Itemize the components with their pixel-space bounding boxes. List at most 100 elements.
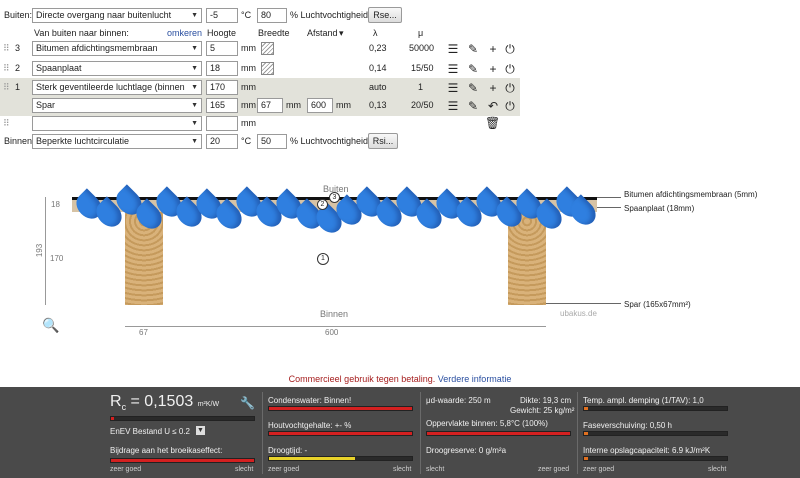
distance-sort-icon[interactable]: ▾ [339, 26, 344, 41]
cross-section-drawing: Buiten Binnen ubakus.de 2 3 1 18 193 170… [0, 180, 800, 370]
menu-icon[interactable]: ☰ [446, 81, 460, 95]
edit-icon[interactable]: ✎ [466, 62, 480, 76]
rse-button[interactable]: Rse... [368, 7, 402, 23]
power-icon[interactable]: ⏻ [503, 99, 517, 113]
layer-lambda: auto [369, 82, 387, 92]
drag-handle-icon[interactable]: ⠿ [3, 116, 10, 131]
layer-material-select[interactable]: Spaanplaat [32, 61, 202, 76]
rc-unit: m²K/W [197, 401, 220, 408]
drag-handle-icon[interactable]: ⠿ [3, 80, 10, 95]
add-layer-icon[interactable]: + [486, 81, 500, 95]
spar-width-input[interactable]: 67 [257, 98, 283, 113]
drying-reserve-label: Droogreserve: 0 g/m²a [426, 446, 507, 455]
mu-header: μ [418, 28, 424, 38]
rsi-button[interactable]: Rsi... [368, 133, 398, 149]
edit-icon[interactable]: ✎ [466, 99, 480, 113]
menu-icon[interactable]: ☰ [446, 99, 460, 113]
new-layer-thickness-input[interactable] [206, 116, 238, 131]
scale-good: zeer goed [583, 466, 615, 473]
outside-label: Buiten: [4, 10, 33, 20]
dim-board: 18 [51, 200, 60, 209]
height-header: Hoogte [207, 28, 237, 38]
inside-condition-select[interactable]: Beperkte luchtcirculatie [32, 134, 202, 149]
layer-number: 1 [15, 82, 21, 92]
inside-side-label: Binnen [320, 309, 349, 319]
zoom-in-icon[interactable]: 🔍 [42, 317, 59, 334]
inside-humidity-unit: % Luchtvochtigheid [290, 136, 369, 146]
surface-temp-bar-fill [427, 432, 570, 435]
add-layer-icon[interactable]: + [486, 42, 500, 56]
panel-separator [420, 392, 421, 474]
callout-spar: Spar (165x67mm²) [624, 300, 691, 309]
new-layer-select[interactable] [32, 116, 202, 131]
spar-thickness-input[interactable]: 165 [206, 98, 238, 113]
inside-temp-input[interactable]: 20 [206, 134, 238, 149]
insert-inhomogeneous-icon[interactable] [261, 42, 274, 55]
power-icon[interactable]: ⏻ [503, 62, 517, 76]
insert-inhomogeneous-icon[interactable] [261, 62, 274, 75]
menu-icon[interactable]: ☰ [446, 62, 460, 76]
dim-spar-width: 67 [139, 328, 148, 337]
dim-airgap: 170 [50, 254, 64, 263]
rc-value: = 0,1503 [130, 393, 194, 410]
surface-temp-bar [426, 431, 571, 436]
inside-label: Binnen: [4, 136, 35, 146]
outside-temp-input[interactable]: -5 [206, 8, 238, 23]
layer-thickness-unit: mm [241, 43, 256, 53]
layer-number: 2 [15, 63, 21, 73]
weight-label: Gewicht: 25 kg/m² [510, 406, 575, 415]
wrench-icon[interactable]: 🔧 [240, 396, 255, 410]
outside-condition-select[interactable]: Directe overgang naar buitenlucht [32, 8, 202, 23]
sd-value-label: μd-waarde: 250 m [426, 396, 491, 405]
inside-humidity-input[interactable]: 50 [257, 134, 287, 149]
callout-line [597, 207, 621, 208]
spar-material-select[interactable]: Spar [32, 98, 202, 113]
condensate-bar-fill [269, 407, 412, 410]
outside-humidity-input[interactable]: 80 [257, 8, 287, 23]
temp-damping-label: Temp. ampl. demping (1/TAV): 1,0 [583, 396, 704, 405]
trash-icon[interactable]: 🗑 [485, 116, 500, 130]
panel-separator [577, 392, 578, 474]
temp-damping-bar [583, 406, 728, 411]
distance-header[interactable]: Afstand [307, 26, 338, 41]
callout-line [597, 197, 621, 198]
layer-marker: 2 [317, 199, 328, 210]
edit-icon[interactable]: ✎ [466, 42, 480, 56]
drag-handle-icon[interactable]: ⠿ [3, 41, 10, 56]
spar-width-unit: mm [286, 100, 301, 110]
dimension-line [125, 326, 546, 327]
add-layer-icon[interactable]: + [486, 62, 500, 76]
layer-thickness-unit: mm [241, 63, 256, 73]
rc-bar [110, 416, 255, 421]
spar-distance-input[interactable]: 600 [307, 98, 333, 113]
inside-temp-unit: °C [241, 136, 252, 146]
greenhouse-bar [110, 458, 255, 463]
layer-thickness-input[interactable]: 18 [206, 61, 238, 76]
spar-mu: 20/50 [411, 100, 434, 110]
commercial-notice-text: Commercieel gebruik tegen betaling. [288, 374, 436, 384]
reverse-link[interactable]: omkeren [167, 26, 202, 41]
layer-number: 3 [15, 43, 21, 53]
layer-material-select[interactable]: Bitumen afdichtingsmembraan [32, 41, 202, 56]
layer-mu: 15/50 [411, 63, 434, 73]
greenhouse-bar-fill [111, 459, 254, 462]
layer-material-select[interactable]: Sterk geventileerde luchtlage (binnen [32, 80, 202, 95]
standard-select[interactable]: EnEV Bestand U ≤ 0.2 [110, 427, 190, 436]
layer-thickness-unit: mm [241, 82, 256, 92]
undo-icon[interactable]: ↶ [486, 99, 500, 113]
power-icon[interactable]: ⏻ [503, 42, 517, 56]
power-icon[interactable]: ⏻ [503, 81, 517, 95]
condensate-bar [268, 406, 413, 411]
scale-bad: slecht [393, 466, 412, 473]
layer-marker: 3 [329, 192, 340, 203]
layer-lambda: 0,14 [369, 63, 387, 73]
more-info-link[interactable]: Verdere informatie [438, 374, 512, 384]
edit-icon[interactable]: ✎ [466, 81, 480, 95]
dropdown-arrow-icon[interactable]: ▼ [196, 426, 205, 435]
layer-thickness-input[interactable]: 5 [206, 41, 238, 56]
rc-value-display: Rc = 0,1503 m²K/W [110, 393, 219, 416]
dim-total: 193 [35, 243, 45, 258]
layer-thickness-input[interactable]: 170 [206, 80, 238, 95]
menu-icon[interactable]: ☰ [446, 42, 460, 56]
drag-handle-icon[interactable]: ⠿ [3, 61, 10, 76]
